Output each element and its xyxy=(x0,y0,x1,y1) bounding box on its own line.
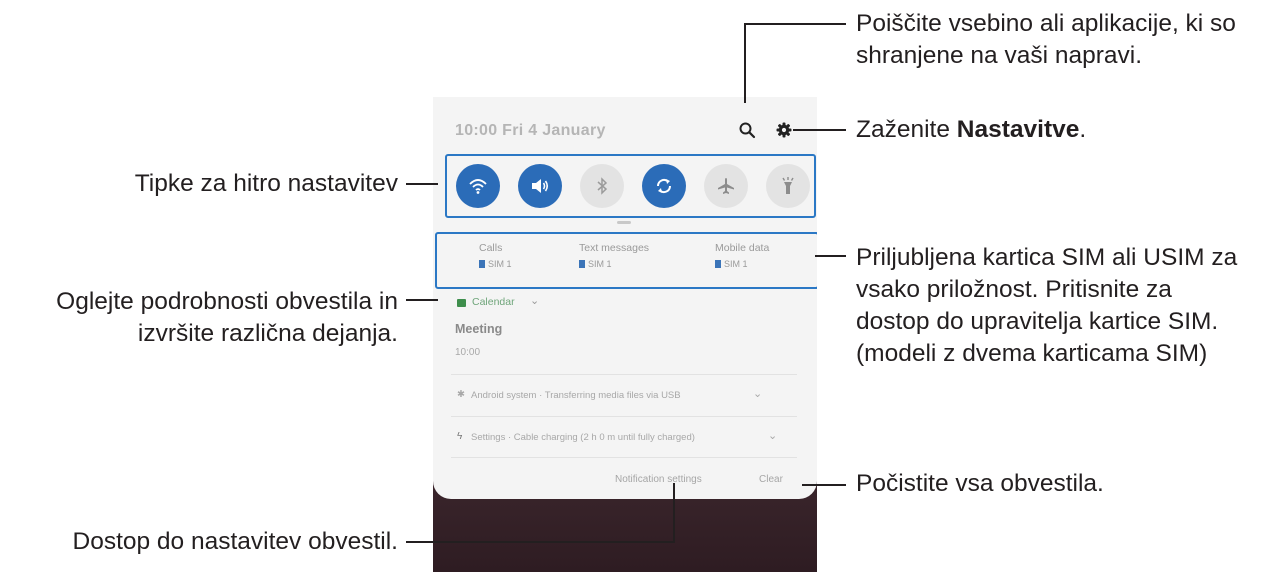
search-callout: Poiščite vsebino ali aplikacije, ki so s… xyxy=(856,8,1236,72)
sim-calls[interactable]: Calls SIM 1 xyxy=(479,242,512,269)
auto-rotate-toggle[interactable] xyxy=(642,164,686,208)
settings-callout: Zaženite Nastavitve. xyxy=(856,114,1086,146)
clear-callout: Počistite vsa obvestila. xyxy=(856,470,1104,497)
sim-callout-line xyxy=(815,255,846,257)
sim-card-icon xyxy=(479,260,485,268)
sim-callout-line3: dostop do upravitelja kartice SIM. xyxy=(856,308,1219,335)
android-icon: ✱ xyxy=(457,389,465,400)
sim-card-icon xyxy=(579,260,585,268)
quick-settings-row xyxy=(445,154,816,218)
wifi-toggle[interactable] xyxy=(456,164,500,208)
settings-callout-line xyxy=(793,129,846,131)
flashlight-icon xyxy=(782,177,794,194)
sim-data-card: SIM 1 xyxy=(724,259,748,269)
chevron-down-icon[interactable]: ⌄ xyxy=(768,429,777,442)
chevron-down-icon[interactable]: ⌄ xyxy=(753,387,762,400)
sound-toggle[interactable] xyxy=(518,164,562,208)
sim-card-icon xyxy=(715,260,721,268)
clear-callout-line xyxy=(802,484,846,486)
sim-callout-line2: vsako priložnost. Pritisnite za xyxy=(856,276,1172,303)
search-callout-line2: shranjene na vaši napravi. xyxy=(856,42,1143,69)
airplane-icon xyxy=(718,178,734,194)
flashlight-toggle[interactable] xyxy=(766,164,810,208)
divider xyxy=(451,416,797,417)
sim-text-messages[interactable]: Text messages SIM 1 xyxy=(579,242,649,269)
sim-text-label: Text messages xyxy=(579,242,650,254)
sim-callout: Priljubljena kartica SIM ali USIM za vsa… xyxy=(856,242,1237,370)
notif-settings-callout: Dostop do nastavitev obvestil. xyxy=(72,528,399,555)
sound-icon xyxy=(532,179,549,193)
search-callout-line1: Poiščite vsebino ali aplikacije, ki so xyxy=(856,10,1236,37)
sim-calls-card: SIM 1 xyxy=(488,259,512,269)
search-callout-line xyxy=(744,23,846,25)
notification-settings-button[interactable]: Notification settings xyxy=(615,474,702,485)
quick-buttons-callout-line xyxy=(406,183,438,185)
notification-title: Meeting xyxy=(455,322,503,336)
airplane-toggle[interactable] xyxy=(704,164,748,208)
search-icon[interactable] xyxy=(738,121,756,139)
notification-callout-line1: Oglejte podrobnosti obvestila in xyxy=(56,288,398,315)
sim-callout-line1: Priljubljena kartica SIM ali USIM za xyxy=(856,244,1238,271)
calendar-app-name: Calendar xyxy=(472,296,515,308)
bluetooth-toggle[interactable] xyxy=(580,164,624,208)
usb-notification-text: Android system · Transferring media file… xyxy=(471,390,681,401)
notification-panel: 10:00 Fri 4 January Calls SIM 1 Text mes… xyxy=(433,97,817,499)
quick-buttons-callout: Tipke za hitro nastavitev xyxy=(134,170,398,197)
settings-callout-prefix: Zaženite xyxy=(856,116,957,143)
notification-callout-line xyxy=(406,299,438,301)
notification-callout-line2: izvršite različna dejanja. xyxy=(137,320,398,347)
wifi-icon xyxy=(469,179,487,194)
auto-rotate-icon xyxy=(656,178,672,194)
notification-time: 10:00 xyxy=(455,347,481,358)
divider xyxy=(451,374,797,375)
sim-calls-label: Calls xyxy=(479,242,503,254)
settings-callout-bold: Nastavitve xyxy=(956,116,1080,143)
phone-screen: 10:00 Fri 4 January Calls SIM 1 Text mes… xyxy=(433,97,817,572)
sim-callout-line4: (modeli z dvema karticama SIM) xyxy=(856,340,1208,367)
charging-icon: ϟ xyxy=(457,431,463,442)
sim-preferences[interactable]: Calls SIM 1 Text messages SIM 1 Mobile d… xyxy=(435,232,817,289)
status-time: 10:00 Fri 4 January xyxy=(455,122,606,139)
sim-mobile-data[interactable]: Mobile data SIM 1 xyxy=(715,242,769,269)
gear-icon[interactable] xyxy=(775,121,793,139)
notif-settings-callout-line xyxy=(673,483,675,543)
charging-notification-text: Settings · Cable charging (2 h 0 m until… xyxy=(471,432,695,443)
panel-handle[interactable] xyxy=(617,221,631,224)
sim-text-card: SIM 1 xyxy=(588,259,612,269)
notification-callout: Oglejte podrobnosti obvestila in izvršit… xyxy=(56,286,398,350)
calendar-icon xyxy=(457,299,466,307)
divider xyxy=(451,457,797,458)
sim-data-label: Mobile data xyxy=(715,242,770,254)
bluetooth-icon xyxy=(597,177,608,195)
settings-callout-suffix: . xyxy=(1079,116,1087,143)
search-callout-line xyxy=(744,23,746,103)
chevron-down-icon[interactable]: ⌄ xyxy=(530,294,539,307)
notif-settings-callout-line xyxy=(406,541,675,543)
clear-button[interactable]: Clear xyxy=(759,474,783,485)
